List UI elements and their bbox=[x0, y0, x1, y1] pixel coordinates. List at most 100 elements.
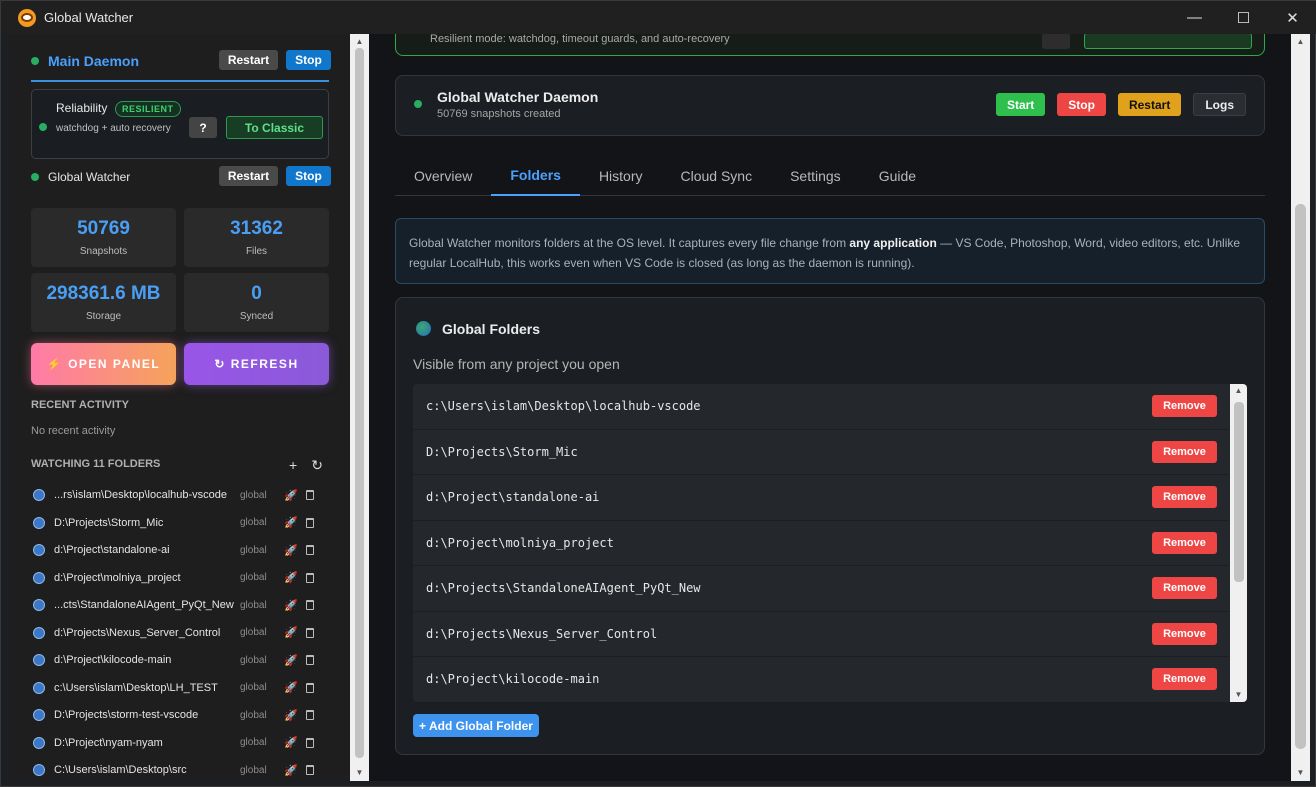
watched-folder-item[interactable]: D:\Project\nyam-nyam global 🚀 bbox=[31, 731, 331, 755]
sidebar: Main Daemon Restart Stop Reliability RES… bbox=[9, 34, 350, 781]
window-title: Global Watcher bbox=[44, 10, 134, 25]
minimize-button[interactable]: — bbox=[1170, 1, 1219, 34]
trash-icon[interactable] bbox=[306, 710, 314, 720]
refresh-button[interactable]: ↻ REFRESH bbox=[184, 343, 329, 385]
global-folder-row: c:\Users\islam\Desktop\localhub-vscode Re… bbox=[413, 384, 1229, 430]
trash-icon[interactable] bbox=[306, 517, 314, 528]
watched-folder-item[interactable]: C:\Users\islam\Desktop\src global 🚀 bbox=[31, 758, 331, 781]
global-watcher-label: Global Watcher bbox=[48, 170, 131, 184]
trash-icon[interactable] bbox=[306, 737, 314, 748]
watched-folder-item[interactable]: d:\Project\molniya_project global 🚀 bbox=[31, 566, 331, 590]
refresh-folders-icon[interactable]: ↻ bbox=[311, 457, 323, 474]
watched-folder-item[interactable]: D:\Projects\Storm_Mic global 🚀 bbox=[31, 511, 331, 535]
remove-folder-button[interactable]: Remove bbox=[1152, 395, 1217, 418]
trash-icon[interactable] bbox=[306, 545, 314, 555]
main-daemon-underline bbox=[31, 80, 329, 82]
trash-icon[interactable] bbox=[306, 600, 314, 610]
open-panel-button[interactable]: ⚡ OPEN PANEL bbox=[31, 343, 176, 385]
scrollbar-thumb[interactable] bbox=[1234, 402, 1244, 582]
main-daemon-label: Main Daemon bbox=[48, 53, 140, 69]
rocket-icon[interactable]: 🚀 bbox=[280, 571, 302, 584]
resilient-mode-toggle-button[interactable] bbox=[1084, 34, 1252, 49]
remove-folder-button[interactable]: Remove bbox=[1152, 577, 1217, 600]
reliability-panel: Reliability RESILIENT watchdog + auto re… bbox=[31, 89, 329, 159]
rocket-icon[interactable]: 🚀 bbox=[280, 654, 302, 667]
watched-folder-item[interactable]: c:\Users\islam\Desktop\LH_TEST global 🚀 bbox=[31, 676, 331, 700]
main-scrollbar[interactable]: ▲ ▼ bbox=[1291, 34, 1310, 781]
scroll-up-icon[interactable]: ▲ bbox=[1230, 384, 1247, 398]
watched-folder-item[interactable]: ...rs\islam\Desktop\localhub-vscode globa… bbox=[31, 483, 331, 507]
remove-folder-button[interactable]: Remove bbox=[1152, 531, 1217, 554]
scrollbar-thumb[interactable] bbox=[355, 48, 364, 758]
scrollbar-thumb[interactable] bbox=[1295, 204, 1306, 749]
rocket-icon[interactable]: 🚀 bbox=[280, 764, 302, 777]
rocket-icon[interactable]: 🚀 bbox=[280, 489, 302, 502]
folder-path: D:\Projects\storm-test-vscode bbox=[54, 709, 199, 721]
tab-overview[interactable]: Overview bbox=[395, 156, 491, 196]
tab-bar: Overview Folders History Cloud Sync Settings… bbox=[395, 156, 1265, 196]
scroll-down-icon[interactable]: ▼ bbox=[1230, 688, 1247, 702]
watched-folder-item[interactable]: d:\Project\standalone-ai global 🚀 bbox=[31, 538, 331, 562]
globe-icon bbox=[33, 516, 45, 529]
daemon-stop-button[interactable]: Stop bbox=[1057, 93, 1106, 116]
watched-folder-item[interactable]: D:\Projects\storm-test-vscode global 🚀 bbox=[31, 703, 331, 727]
tab-cloud-sync[interactable]: Cloud Sync bbox=[662, 156, 772, 196]
rocket-icon[interactable]: 🚀 bbox=[280, 544, 302, 557]
folder-path: d:\Projects\Nexus_Server_Control bbox=[54, 626, 221, 639]
main-daemon-restart-button[interactable]: Restart bbox=[219, 50, 278, 70]
rocket-icon[interactable]: 🚀 bbox=[280, 599, 302, 612]
tab-settings[interactable]: Settings bbox=[771, 156, 860, 196]
global-watcher-stop-button[interactable]: Stop bbox=[286, 166, 331, 186]
watched-folder-item[interactable]: d:\Project\kilocode-main global 🚀 bbox=[31, 648, 331, 672]
scroll-up-icon[interactable]: ▲ bbox=[1291, 34, 1310, 50]
folder-list-scrollbar[interactable]: ▲ ▼ bbox=[1230, 384, 1247, 702]
remove-folder-button[interactable]: Remove bbox=[1152, 668, 1217, 691]
trash-icon[interactable] bbox=[306, 572, 314, 583]
scroll-down-icon[interactable]: ▼ bbox=[350, 765, 369, 781]
rocket-icon[interactable]: 🚀 bbox=[280, 736, 302, 749]
folder-scope-tag: global bbox=[240, 599, 267, 611]
folder-scope-tag: global bbox=[240, 709, 267, 721]
reliability-help-button[interactable]: ? bbox=[189, 117, 217, 138]
add-global-folder-button[interactable]: + Add Global Folder bbox=[413, 714, 539, 737]
watched-folder-item[interactable]: d:\Projects\Nexus_Server_Control global 🚀 bbox=[31, 621, 331, 645]
global-folders-title: Global Folders bbox=[442, 321, 541, 337]
rocket-icon[interactable]: 🚀 bbox=[280, 516, 302, 529]
remove-folder-button[interactable]: Remove bbox=[1152, 622, 1217, 645]
resilient-help-button[interactable] bbox=[1042, 34, 1070, 49]
reliability-description: watchdog + auto recovery bbox=[56, 123, 171, 134]
rocket-icon[interactable]: 🚀 bbox=[280, 626, 302, 639]
close-button[interactable]: ✕ bbox=[1268, 1, 1316, 34]
daemon-restart-button[interactable]: Restart bbox=[1117, 93, 1182, 116]
tab-history[interactable]: History bbox=[580, 156, 662, 196]
global-folder-row: d:\Project\standalone-ai Remove bbox=[413, 475, 1229, 521]
folder-path: c:\Users\islam\Desktop\LH_TEST bbox=[54, 681, 218, 694]
remove-folder-button[interactable]: Remove bbox=[1152, 440, 1217, 463]
main-daemon-stop-button[interactable]: Stop bbox=[286, 50, 331, 70]
trash-icon[interactable] bbox=[306, 490, 314, 500]
folder-scope-tag: global bbox=[240, 682, 267, 693]
watched-folder-item[interactable]: ...cts\StandaloneAIAgent_PyQt_New global 🚀 bbox=[31, 593, 331, 617]
daemon-start-button[interactable]: Start bbox=[995, 93, 1046, 116]
sidebar-scrollbar[interactable]: ▲ ▼ bbox=[350, 34, 369, 781]
trash-icon[interactable] bbox=[306, 765, 314, 775]
trash-icon[interactable] bbox=[306, 655, 314, 665]
tab-guide[interactable]: Guide bbox=[860, 156, 935, 196]
global-folders-card: Global Folders Visible from any project … bbox=[395, 297, 1265, 755]
reliability-title: Reliability bbox=[56, 101, 108, 115]
rocket-icon[interactable]: 🚀 bbox=[280, 709, 302, 722]
trash-icon[interactable] bbox=[306, 627, 314, 638]
rocket-icon[interactable]: 🚀 bbox=[280, 681, 302, 694]
daemon-status-dot-icon bbox=[414, 100, 422, 108]
scroll-down-icon[interactable]: ▼ bbox=[1291, 765, 1310, 781]
app-window: Global Watcher — ☐ ✕ Main Daemon Restart… bbox=[0, 0, 1316, 787]
trash-icon[interactable] bbox=[306, 682, 314, 693]
tab-folders[interactable]: Folders bbox=[491, 156, 580, 196]
daemon-logs-button[interactable]: Logs bbox=[1193, 93, 1246, 116]
add-folder-icon[interactable]: + bbox=[289, 457, 297, 474]
maximize-button[interactable]: ☐ bbox=[1219, 1, 1268, 34]
remove-folder-button[interactable]: Remove bbox=[1152, 486, 1217, 509]
resilient-mode-text: Resilient mode: watchdog, timeout guards… bbox=[430, 34, 730, 45]
to-classic-button[interactable]: To Classic bbox=[226, 116, 323, 139]
global-watcher-restart-button[interactable]: Restart bbox=[219, 166, 278, 186]
